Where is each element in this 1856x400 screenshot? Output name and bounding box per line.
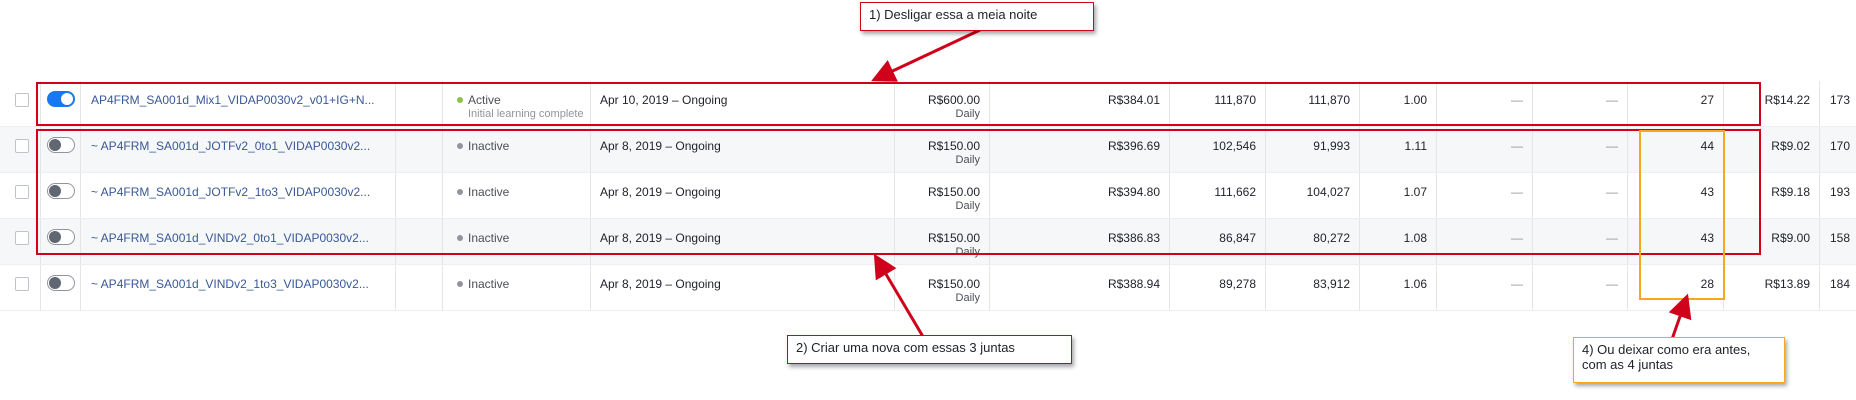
highlight-box-cost-column (1639, 130, 1725, 300)
row-checkbox[interactable] (15, 185, 29, 199)
trailing-metric: 193 (1829, 185, 1850, 199)
trailing-metric: 170 (1829, 139, 1850, 153)
trailing-metric: 184 (1829, 277, 1850, 291)
cost-per-result: R$13.89 (1764, 277, 1810, 291)
annotation-callout-1: 1) Desligar essa a meia noite (860, 2, 1094, 31)
trailing-metric: 173 (1829, 93, 1850, 107)
reach-value: 89,278 (1219, 277, 1256, 291)
empty-metric-2: — (1606, 277, 1618, 291)
annotation-text-1: 1) Desligar essa a meia noite (869, 7, 1038, 22)
table-row[interactable]: ~ AP4FRM_SA001d_VINDv2_1to3_VIDAP0030v2.… (0, 265, 1856, 311)
table-cell (396, 265, 443, 310)
empty-metric-1: — (1511, 277, 1523, 291)
ad-name-link[interactable]: ~ AP4FRM_SA001d_VINDv2_1to3_VIDAP0030v2.… (91, 277, 369, 291)
schedule-text: Apr 8, 2019 – Ongoing (600, 277, 721, 291)
status-dot (457, 281, 463, 287)
row-checkbox[interactable] (15, 139, 29, 153)
status-toggle[interactable] (47, 275, 75, 291)
trailing-metric: 158 (1829, 231, 1850, 245)
budget-period: Daily (955, 292, 980, 304)
highlight-box-row-1 (36, 82, 1761, 126)
highlight-box-rows-2-4 (36, 129, 1761, 255)
annotation-text-4b: com as 4 juntas (1582, 357, 1674, 372)
impressions-value: 83,912 (1313, 277, 1350, 291)
delivery-status: Inactive (468, 277, 510, 291)
row-checkbox[interactable] (15, 93, 29, 107)
annotation-text-4a: 4) Ou deixar como era antes, (1582, 342, 1751, 357)
frequency-value: 1.06 (1403, 277, 1427, 291)
row-checkbox[interactable] (15, 277, 29, 291)
annotation-callout-4: 4) Ou deixar como era antes, com as 4 ju… (1573, 337, 1785, 383)
row-checkbox[interactable] (15, 231, 29, 245)
table-cell (443, 265, 591, 310)
amount-spent: R$388.94 (1107, 277, 1160, 291)
toggle-knob (49, 277, 61, 289)
annotation-text-2: 2) Criar uma nova com essas 3 juntas (796, 340, 1015, 355)
annotation-callout-2: 2) Criar uma nova com essas 3 juntas (787, 335, 1072, 364)
budget-value: R$150.00 (927, 277, 980, 291)
